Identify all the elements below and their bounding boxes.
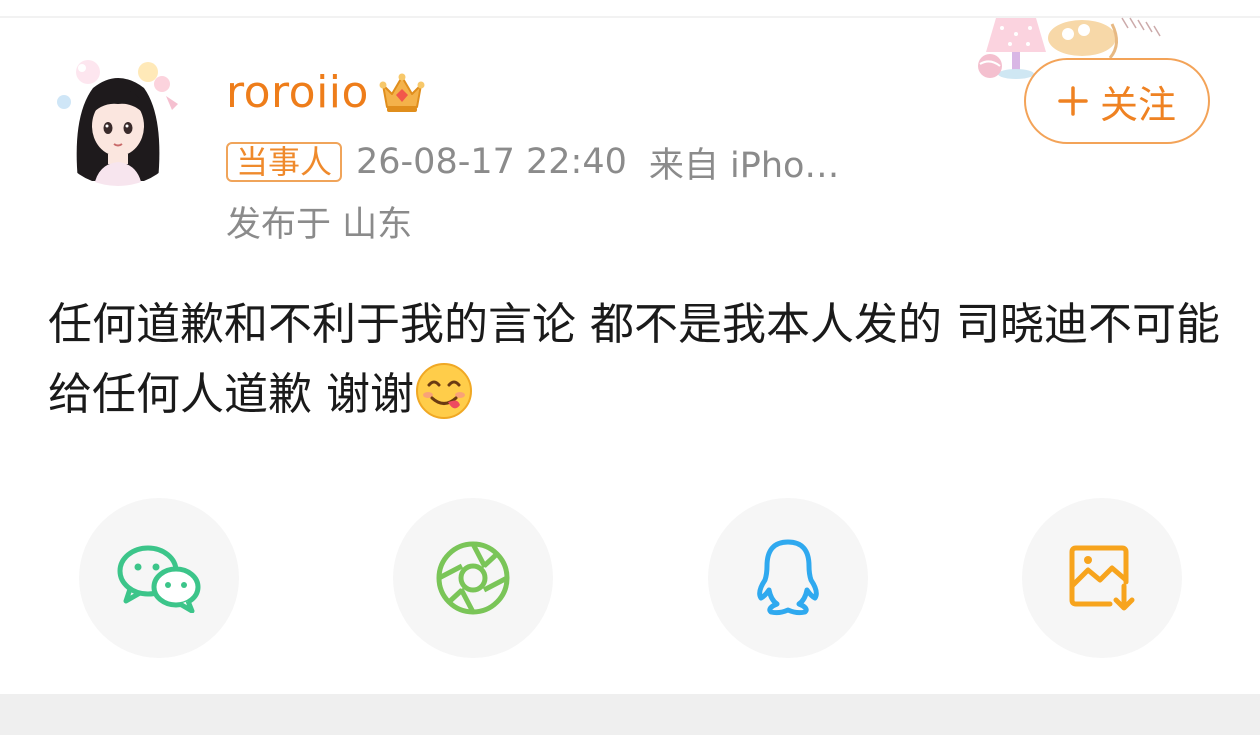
- role-badge: 当事人: [226, 142, 343, 182]
- bottom-band: [0, 694, 1260, 735]
- qq-penguin-icon: [757, 539, 819, 616]
- follow-button[interactable]: 关注: [1024, 58, 1210, 144]
- save-image-button[interactable]: [1022, 498, 1182, 658]
- post-location: 发布于 山东: [226, 205, 413, 245]
- username-row: roroiio: [226, 62, 427, 122]
- post-time: 26-08-17 22:40: [356, 142, 627, 182]
- post-meta: 当事人 26-08-17 22:40 来自 iPho…: [226, 140, 839, 186]
- share-wechat-button[interactable]: [79, 498, 239, 658]
- post-text: 任何道歉和不利于我的言论 都不是我本人发的 司晓迪不可能给任何人道歉 谢谢: [48, 299, 1220, 420]
- follow-label: 关注: [1099, 82, 1176, 127]
- vip-crown-icon: [379, 73, 425, 112]
- share-moments-button[interactable]: [393, 498, 553, 658]
- username[interactable]: roroiio: [226, 67, 369, 118]
- post-source: 来自 iPho…: [648, 145, 840, 186]
- post-content: 任何道歉和不利于我的言论 都不是我本人发的 司晓迪不可能给任何人道歉 谢谢: [48, 290, 1228, 430]
- moments-shutter-icon: [436, 541, 510, 615]
- wechat-icon: [117, 545, 201, 613]
- weibo-post-page: roroiio 当事人 26-08-17 22:40 来自 iPho… 发布于 …: [0, 0, 1260, 735]
- plus-icon: [1058, 86, 1088, 116]
- yum-face-icon: [416, 363, 472, 419]
- share-qq-button[interactable]: [708, 498, 868, 658]
- save-image-icon: [1069, 545, 1135, 611]
- avatar[interactable]: [48, 46, 188, 186]
